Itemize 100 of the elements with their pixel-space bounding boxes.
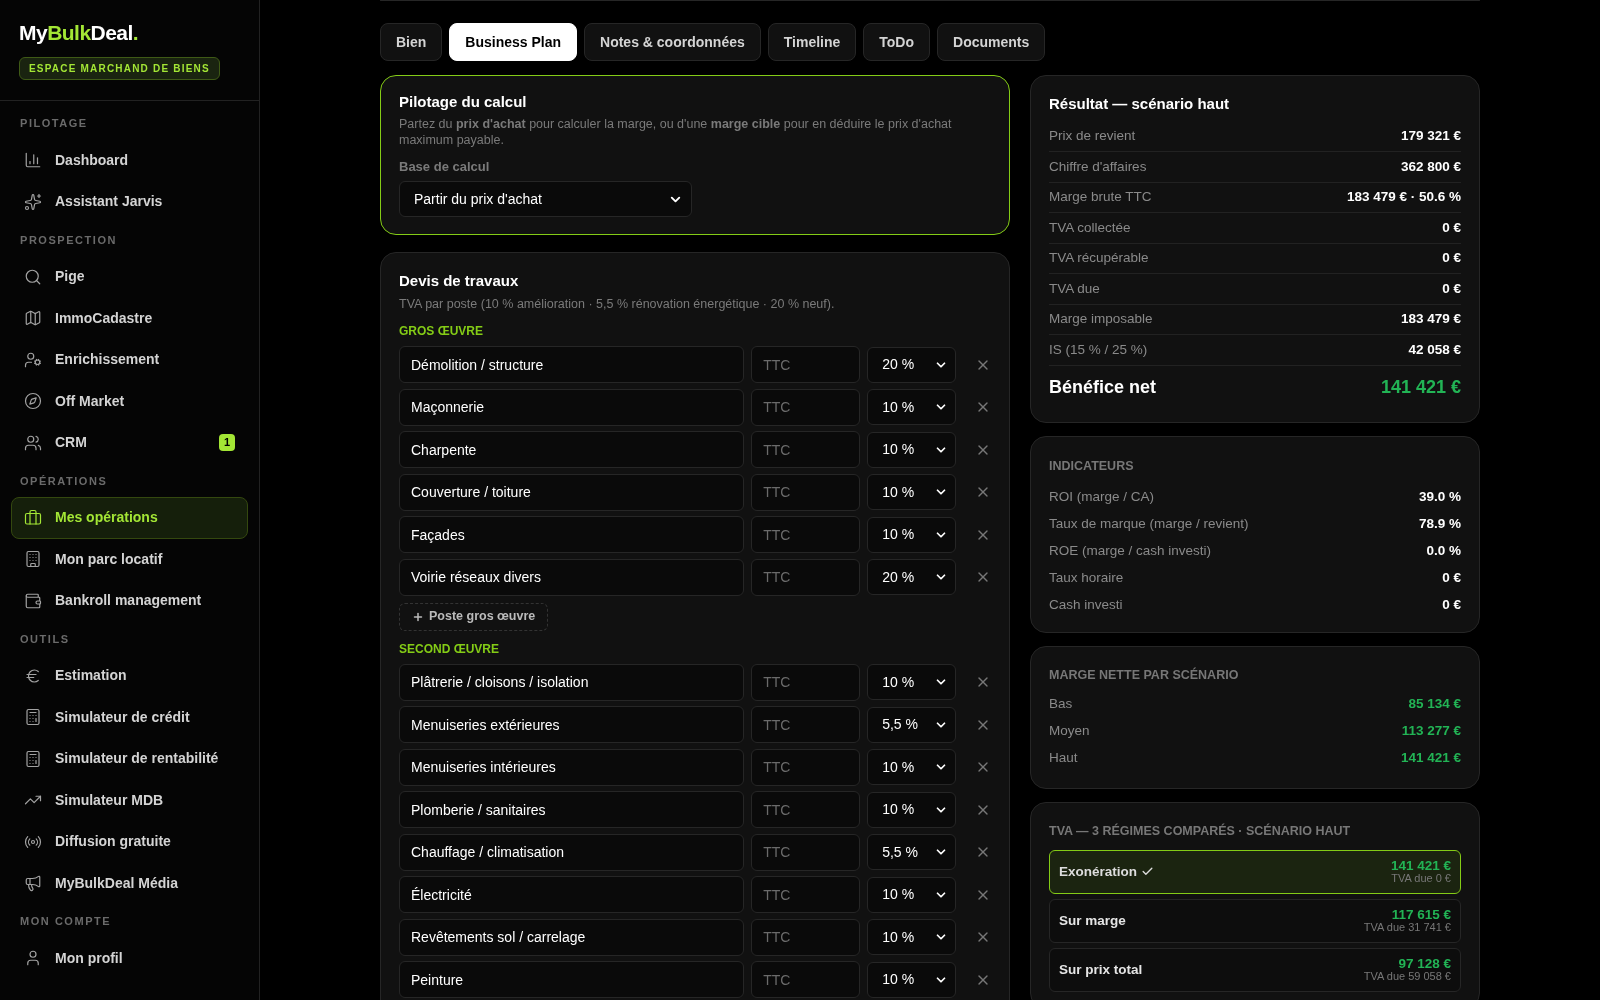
sidebar-item[interactable]: Simulateur de crédit [11,696,248,738]
vat-select[interactable]: 10 % [867,749,956,786]
amount-field[interactable]: TTC [751,961,861,999]
item-name-field[interactable]: Chauffage / climatisation [399,833,745,871]
row-label: Marge imposable [1049,310,1153,329]
sidebar-item[interactable]: Simulateur MDB [11,779,248,821]
vat-select[interactable]: 10 % [867,516,956,553]
vat-select[interactable]: 10 % [867,791,956,828]
tab[interactable]: Business Plan [449,23,578,61]
sidebar-item[interactable]: ImmoCadastre [11,297,248,339]
item-name-field[interactable]: Couverture / toiture [399,473,745,511]
sidebar-item[interactable]: Off Market [11,380,248,422]
section-heading: PROSPECTION [19,232,118,248]
vat-option[interactable]: Sur marge 117 615 € TVA due 31 741 € [1049,898,1461,943]
card-title: Devis de travaux [399,271,520,291]
item-name-field[interactable]: Façades [399,516,745,554]
vat-select[interactable]: 10 % [867,919,956,956]
section-heading: OPÉRATIONS [19,473,109,489]
sparkles-icon [24,192,42,211]
item-name-field[interactable]: Plâtrerie / cloisons / isolation [399,663,745,701]
vat-select[interactable]: 5,5 % [867,706,956,743]
sidebar-item[interactable]: Dashboard [11,139,248,181]
card-description: Partez du prix d'achat pour calculer la marge, ou d'une marge cible pour en déduire le prix d'achat maximum payable. [399,115,953,148]
amount-field[interactable]: TTC [751,706,861,744]
tab[interactable]: Documents [937,23,1046,61]
row-value: 85 134 € [1408,695,1461,714]
item-name-field[interactable]: Peinture [399,961,745,999]
logo[interactable]: MyBulkDeal. [19,22,139,43]
sidebar-item[interactable]: Enrichissement [11,339,248,381]
compass-icon [24,392,42,411]
amount-field[interactable]: TTC [751,558,861,596]
vat-select[interactable]: 10 % [867,876,956,913]
add-item-button[interactable]: Poste gros œuvre [399,602,549,631]
briefcase-icon [24,508,42,527]
sidebar-item[interactable]: MyBulkDeal Média [11,862,248,904]
card-title: Résultat — scénario haut [1049,94,1231,114]
row-label: ROE (marge / cash investi) [1049,541,1212,560]
option-vat-due: TVA due 59 058 € [1363,969,1451,983]
card-title: MARGE NETTE PAR SCÉNARIO [1049,666,1240,685]
row-value: 183 479 € [1400,310,1461,329]
vat-select[interactable]: 10 % [867,664,956,701]
section-heading: PILOTAGE [19,116,89,131]
amount-field[interactable]: TTC [751,431,861,469]
building-icon [24,550,42,569]
row-value: 0 € [1442,568,1461,587]
amount-field[interactable]: TTC [751,833,861,871]
item-name-field[interactable]: Menuiseries extérieures [399,706,745,744]
sidebar-item[interactable]: Simulateur de rentabilité [11,738,248,780]
item-name-field[interactable]: Charpente [399,431,745,469]
option-value: 141 421 € [1390,858,1451,872]
amount-field[interactable]: TTC [751,388,861,426]
amount-field[interactable]: TTC [751,748,861,786]
row-label: Moyen [1049,722,1090,741]
row-value: 179 321 € [1400,127,1461,146]
row-label: Marge brute TTC [1049,188,1152,207]
sidebar-item[interactable]: Mes opérations [11,497,248,539]
item-name-field[interactable]: Plomberie / sanitaires [399,791,745,829]
row-label: ROI (marge / CA) [1049,487,1154,506]
sidebar-item[interactable]: Estimation [11,655,248,697]
amount-field[interactable]: TTC [751,876,861,914]
workspace-badge: ESPACE MARCHAND DE BIENS [19,57,220,80]
item-name-field[interactable]: Revêtements sol / carrelage [399,918,745,956]
row-value: 78.9 % [1418,514,1461,533]
vat-select[interactable]: 10 % [867,431,956,468]
sidebar-item[interactable]: Bankroll management [11,580,248,622]
row-label: TVA récupérable [1049,249,1149,268]
tab[interactable]: ToDo [863,23,931,61]
sidebar-item[interactable]: Diffusion gratuite [11,821,248,863]
vat-select[interactable]: 20 % [867,559,956,596]
vat-select[interactable]: 20 % [867,346,956,383]
sidebar-item[interactable]: Pige [11,256,248,298]
card-title: INDICATEURS [1049,457,1135,475]
row-value: 0 € [1442,218,1461,237]
amount-field[interactable]: TTC [751,346,861,384]
item-name-field[interactable]: Maçonnerie [399,388,745,426]
vat-option[interactable]: Sur prix total 97 128 € TVA due 59 058 € [1049,947,1461,992]
vat-select[interactable]: 10 % [867,389,956,426]
item-name-field[interactable]: Voirie réseaux divers [399,558,745,596]
row-label: Prix de revient [1049,127,1136,146]
item-name-field[interactable]: Électricité [399,876,745,914]
amount-field[interactable]: TTC [751,791,861,829]
vat-select[interactable]: 5,5 % [867,834,956,871]
sidebar-item[interactable]: Mon parc locatif [11,538,248,580]
vat-option[interactable]: Exonération 141 421 € TVA due 0 € [1049,849,1461,894]
calculation-select[interactable]: Partir du prix d'achat [399,181,692,217]
sidebar-item[interactable]: Assistant Jarvis [11,181,248,223]
amount-field[interactable]: TTC [751,918,861,956]
sidebar-item[interactable]: CRM 1 [11,422,248,464]
item-name-field[interactable]: Démolition / structure [399,346,745,384]
tab[interactable]: Timeline [767,23,857,61]
calculator-icon [24,749,42,768]
amount-field[interactable]: TTC [751,473,861,511]
sidebar-item[interactable]: Mon profil [11,937,248,979]
tab[interactable]: Notes & coordonnées [584,23,761,61]
vat-select[interactable]: 10 % [867,474,956,511]
amount-field[interactable]: TTC [751,663,861,701]
tab[interactable]: Bien [380,23,443,61]
item-name-field[interactable]: Menuiseries intérieures [399,748,745,786]
vat-select[interactable]: 10 % [867,961,956,998]
amount-field[interactable]: TTC [751,516,861,554]
